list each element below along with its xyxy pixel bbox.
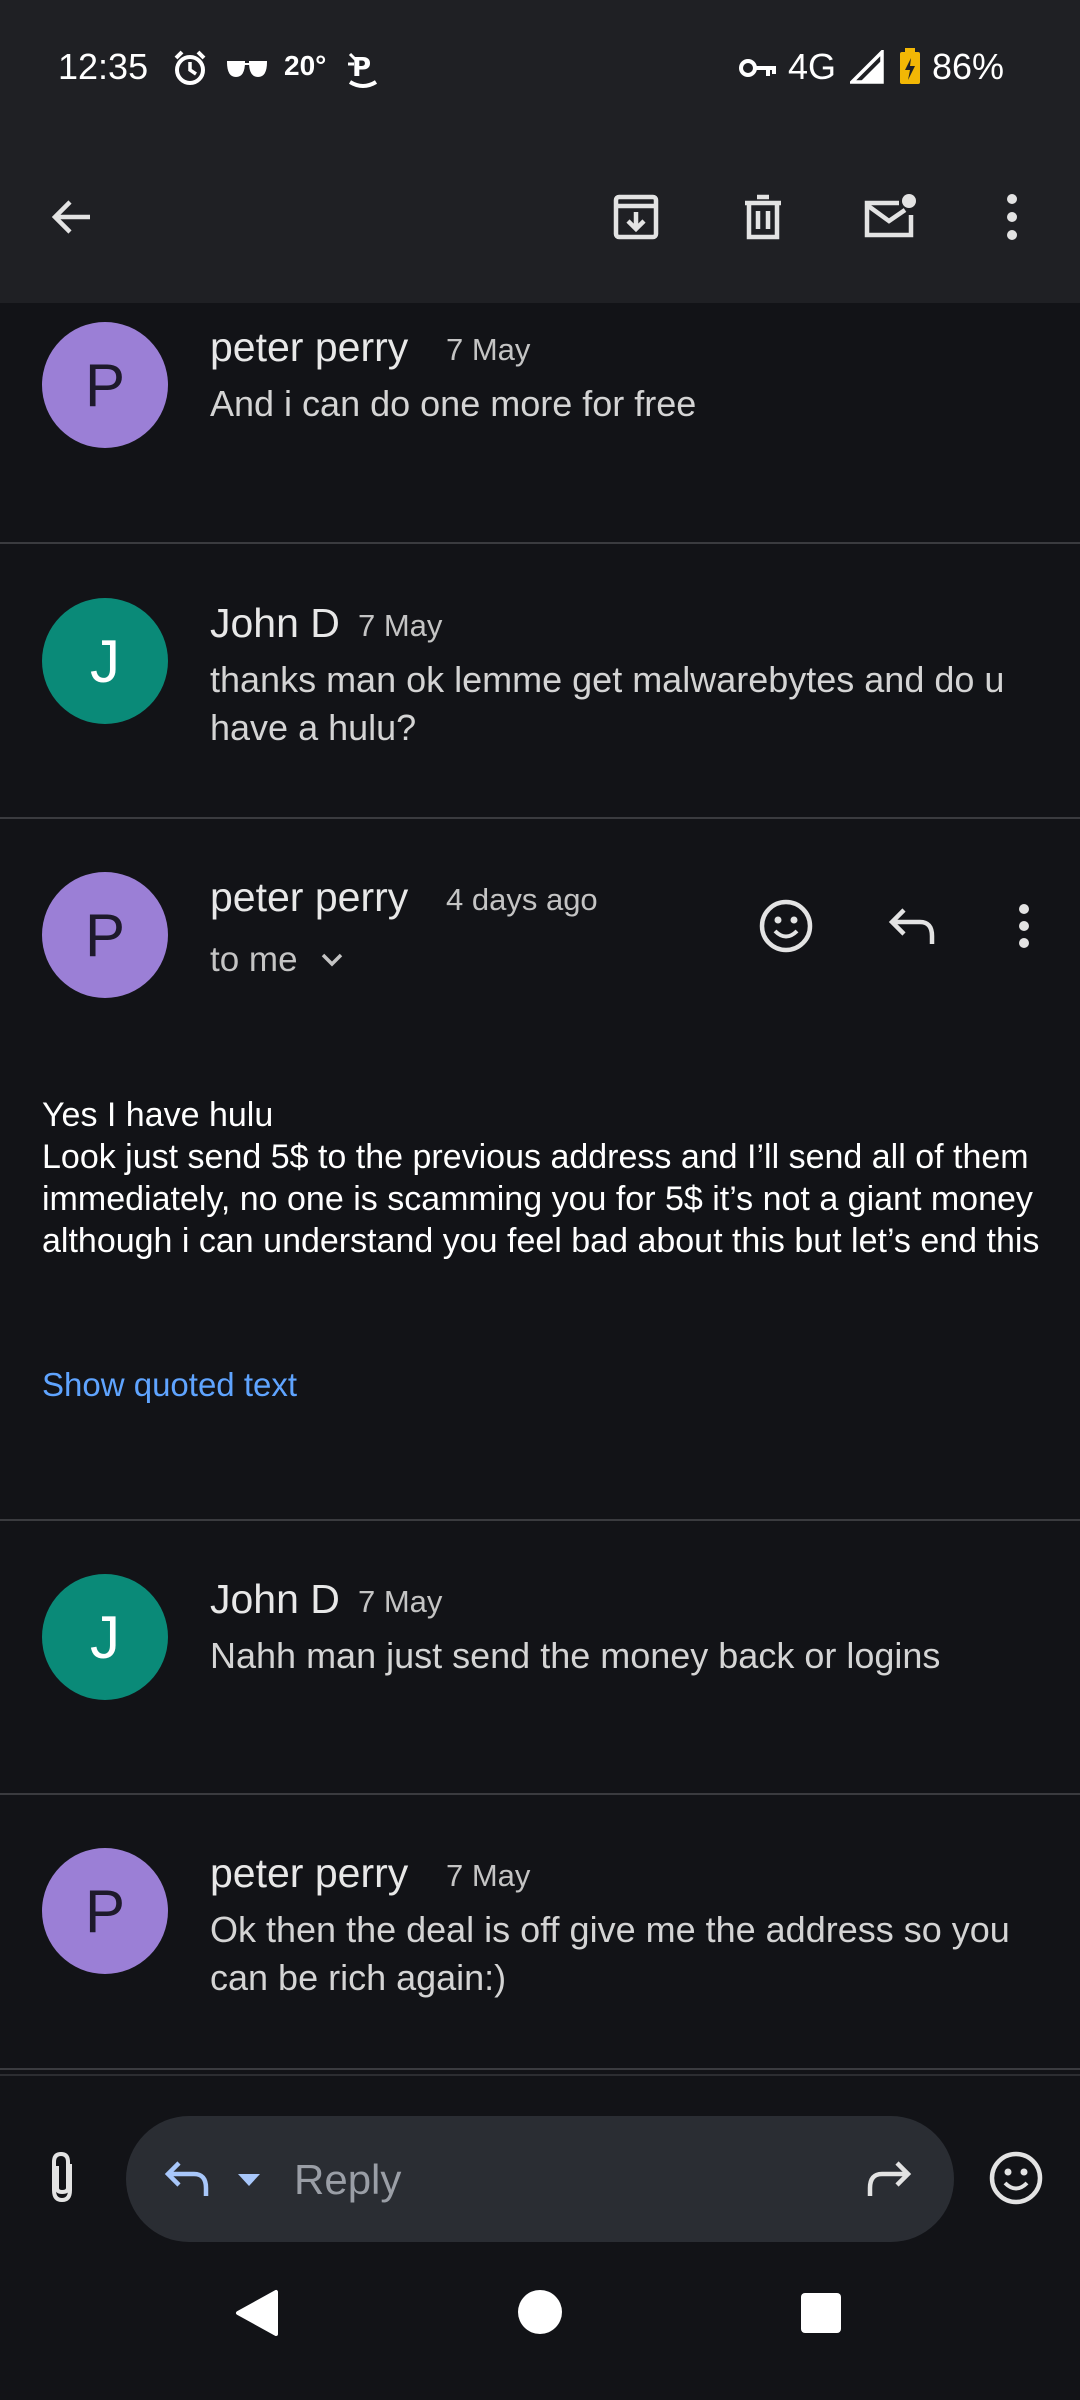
system-nav-bar [0, 2262, 1080, 2400]
attach-icon [52, 2151, 72, 2203]
reply-bar[interactable]: Reply [126, 2116, 954, 2242]
attach-button[interactable] [26, 2142, 98, 2214]
sender-name: John D [210, 600, 340, 646]
mark-unread-button[interactable] [854, 181, 926, 253]
divider [0, 2068, 1080, 2070]
status-network: 4G [788, 46, 837, 87]
emoji-button[interactable] [980, 2142, 1052, 2214]
message-date: 7 May [358, 1584, 443, 1619]
mark-unread-icon [864, 194, 916, 238]
delete-button[interactable] [727, 181, 799, 253]
vpn-key-icon [739, 59, 776, 77]
status-battery: 86% [932, 46, 1005, 87]
emoji-icon [759, 899, 813, 953]
more-vert-icon [1019, 904, 1029, 948]
recipient-details-toggle[interactable]: to me [210, 940, 344, 980]
sender-name: peter perry [210, 324, 409, 370]
divider [0, 542, 1080, 544]
chevron-down-icon [321, 953, 342, 967]
body-line: Yes I have hulu [42, 1096, 274, 1134]
more-options-button[interactable] [976, 181, 1048, 253]
avatar[interactable]: J [42, 598, 168, 724]
archive-icon [613, 194, 659, 240]
message-snippet: Nahh man just send the money back or log… [210, 1635, 941, 1676]
archive-button[interactable] [600, 181, 672, 253]
status-bar: 12:35 20° P 4G 86% [0, 0, 1080, 135]
add-reaction-button[interactable] [750, 890, 822, 962]
reply-placeholder[interactable]: Reply [294, 2156, 401, 2204]
back-button[interactable] [36, 181, 108, 253]
alarm-icon [174, 50, 206, 85]
sender-name: peter perry [210, 1850, 409, 1896]
nav-home-icon[interactable] [516, 2288, 564, 2336]
divider [0, 1793, 1080, 1795]
back-arrow-icon [51, 200, 90, 234]
divider [0, 1519, 1080, 1521]
nav-recents-icon[interactable] [800, 2292, 842, 2334]
message-snippet: And i can do one more for free [210, 383, 697, 424]
show-quoted-text-link[interactable]: Show quoted text [42, 1366, 297, 1404]
avatar[interactable]: J [42, 1574, 168, 1700]
more-vert-icon [1007, 194, 1017, 240]
recipient-label: to me [210, 940, 298, 979]
dropdown-icon[interactable] [236, 2172, 262, 2188]
battery-icon [900, 48, 920, 84]
nav-back-icon[interactable] [234, 2288, 280, 2338]
body-line: Look just send 5$ to the previous addres… [42, 1138, 1040, 1260]
delete-icon [745, 194, 781, 240]
message-date: 7 May [446, 332, 531, 367]
message-snippet: thanks man ok lemme get malwarebytes and… [210, 659, 1005, 748]
reply-icon [888, 908, 935, 944]
avatar[interactable]: P [42, 1848, 168, 1974]
message-date: 7 May [446, 1858, 531, 1893]
divider [0, 817, 1080, 819]
reply-button[interactable] [876, 890, 948, 962]
app-bar [0, 135, 1080, 303]
signal-icon [850, 50, 884, 84]
sender-name: John D [210, 1576, 340, 1622]
message-date: 4 days ago [446, 882, 598, 917]
divider [0, 2074, 1080, 2076]
reply-icon [164, 2161, 209, 2196]
glasses-icon [226, 61, 268, 78]
message-more-button[interactable] [1004, 890, 1044, 962]
message-body: Yes I have hulu Look just send 5$ to the… [42, 1094, 1052, 1262]
sender-name: peter perry [210, 874, 409, 920]
weather-icon: P [348, 52, 378, 88]
avatar[interactable]: P [42, 872, 168, 998]
emoji-icon [989, 2151, 1043, 2205]
status-temperature: 20° [284, 50, 327, 81]
message-snippet: Ok then the deal is off give me the addr… [210, 1909, 1010, 1998]
message-date: 7 May [358, 608, 443, 643]
forward-icon[interactable] [864, 2158, 914, 2200]
avatar[interactable]: P [42, 322, 168, 448]
status-time: 12:35 [58, 46, 149, 87]
